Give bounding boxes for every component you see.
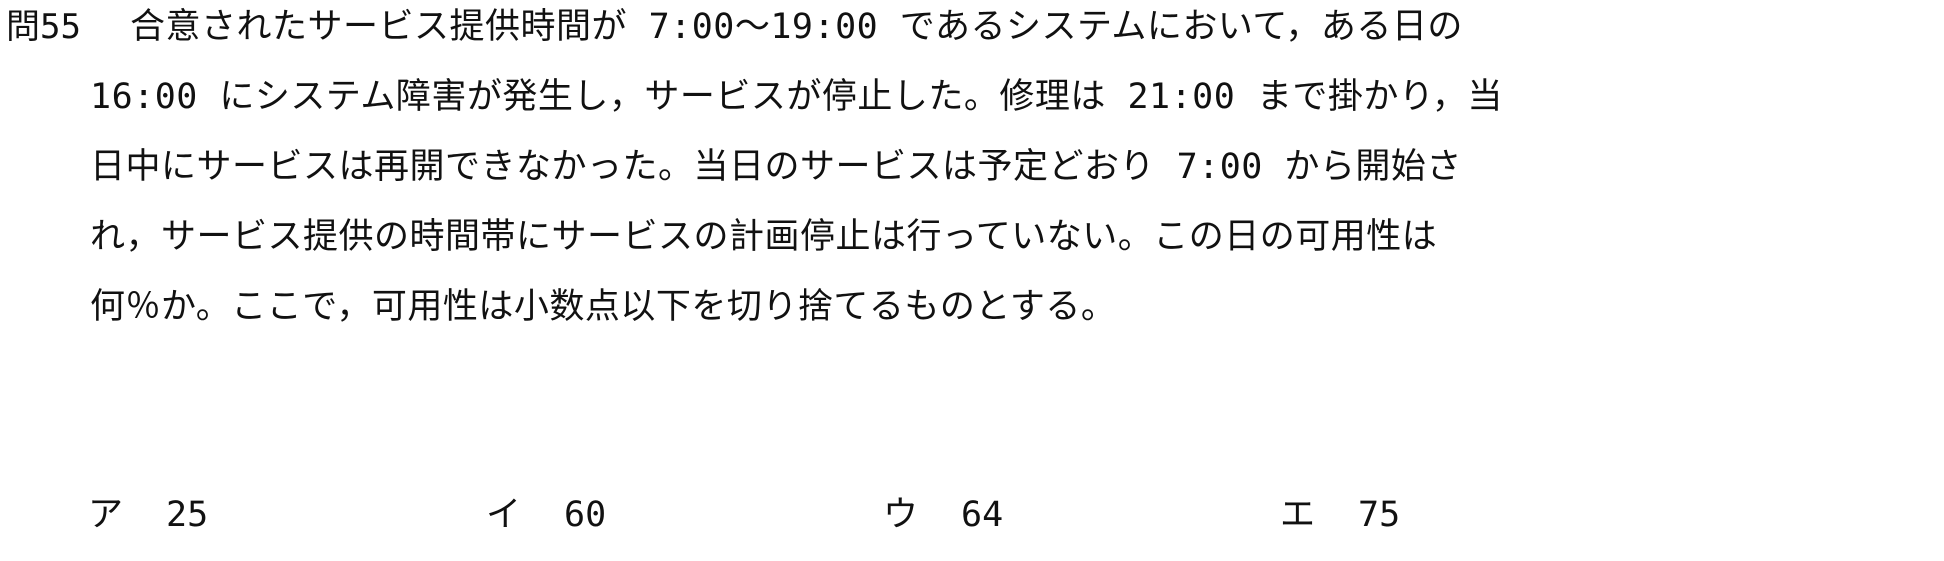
choice-a-mark: ア bbox=[88, 495, 124, 535]
choice-u-mark: ウ bbox=[883, 495, 919, 535]
choice-a[interactable]: ア 25 bbox=[88, 492, 208, 538]
question-number: 問55 bbox=[6, 7, 81, 47]
choice-e-mark: エ bbox=[1280, 495, 1316, 535]
question-text-line-1: 合意されたサービス提供時間が 7:00～19:00 であるシステムにおいて，ある… bbox=[130, 7, 1463, 47]
choice-u-value: 64 bbox=[961, 495, 1004, 535]
exam-question: 問55 合意されたサービス提供時間が 7:00～19:00 であるシステムにおい… bbox=[0, 0, 1944, 561]
question-text-line-3: 日中にサービスは再開できなかった。当日のサービスは予定どおり 7:00 から開始… bbox=[90, 147, 1462, 187]
choice-i[interactable]: イ 60 bbox=[486, 492, 606, 538]
question-text-line-2: 16:00 にシステム障害が発生し，サービスが停止した。修理は 21:00 まで… bbox=[90, 77, 1503, 117]
question-text-line-4: れ，サービス提供の時間帯にサービスの計画停止は行っていない。この日の可用性は bbox=[90, 217, 1438, 257]
choice-a-value: 25 bbox=[166, 495, 209, 535]
question-text-line-5: 何％か。ここで，可用性は小数点以下を切り捨てるものとする。 bbox=[90, 287, 1117, 327]
choice-e[interactable]: エ 75 bbox=[1280, 492, 1400, 538]
choice-u[interactable]: ウ 64 bbox=[883, 492, 1003, 538]
choice-i-value: 60 bbox=[564, 495, 607, 535]
choice-i-mark: イ bbox=[486, 495, 522, 535]
choice-e-value: 75 bbox=[1358, 495, 1401, 535]
